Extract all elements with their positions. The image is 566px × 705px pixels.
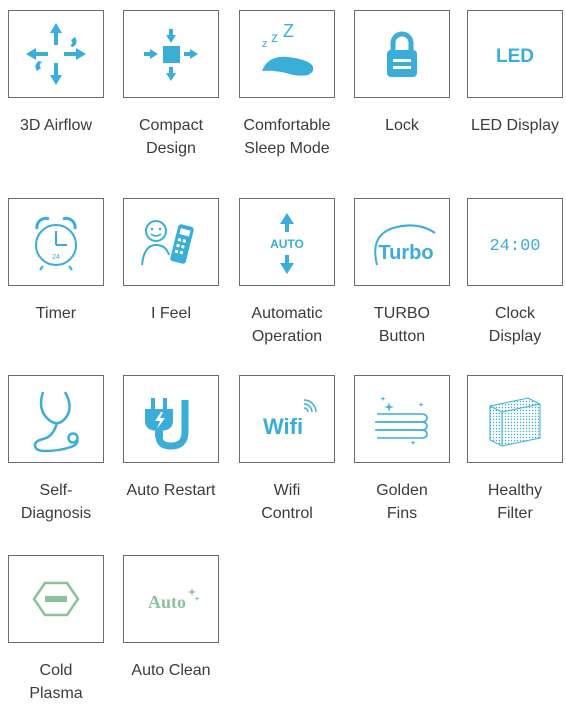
feature-label: Auto Clean bbox=[101, 659, 241, 682]
icon-frame bbox=[123, 198, 219, 286]
icon-frame: 24 bbox=[8, 198, 104, 286]
label-line: Diagnosis bbox=[20, 505, 92, 522]
i-feel-remote-icon bbox=[141, 220, 194, 266]
led-display-icon: LED bbox=[496, 46, 534, 67]
icon-frame bbox=[354, 10, 450, 98]
clock-display-icon: 24:00 bbox=[489, 237, 540, 256]
svg-text:LED: LED bbox=[496, 46, 534, 67]
icon-frame bbox=[8, 375, 104, 463]
icon-frame: 24:00 bbox=[467, 198, 563, 286]
sleep-mode-icon: z z Z bbox=[262, 21, 314, 76]
turbo-icon: Turbo bbox=[374, 224, 436, 266]
icon-frame: Wifi bbox=[239, 375, 335, 463]
lock-icon bbox=[387, 31, 417, 77]
label-line: Filter bbox=[497, 505, 533, 522]
auto-operation-icon: AUTO bbox=[270, 213, 304, 274]
svg-text:Auto: Auto bbox=[148, 592, 186, 612]
label-line: Clock bbox=[494, 305, 535, 322]
hexagon-plasma-icon bbox=[32, 581, 80, 617]
plug-restart-icon bbox=[145, 398, 189, 450]
alarm-clock-icon: 24 bbox=[35, 216, 77, 271]
label-line: Display bbox=[488, 328, 542, 345]
svg-text:AUTO: AUTO bbox=[270, 237, 304, 251]
label-line: Plasma bbox=[29, 685, 83, 702]
feature-label: LED Display bbox=[445, 114, 566, 137]
icon-frame: Turbo bbox=[354, 198, 450, 286]
icon-frame: AUTO bbox=[239, 198, 335, 286]
icon-frame: z z Z bbox=[239, 10, 335, 98]
label-line: Sleep Mode bbox=[244, 140, 330, 157]
svg-text:24: 24 bbox=[52, 254, 60, 261]
golden-fins-icon bbox=[375, 396, 428, 446]
icon-frame bbox=[123, 375, 219, 463]
label-line: Healthy bbox=[487, 482, 543, 499]
icon-frame bbox=[8, 555, 104, 643]
label-line: Auto Clean bbox=[131, 662, 211, 679]
icon-frame: LED bbox=[467, 10, 563, 98]
svg-text:24:00: 24:00 bbox=[489, 237, 540, 256]
svg-text:Wifi: Wifi bbox=[263, 414, 303, 439]
stethoscope-icon bbox=[33, 391, 79, 453]
icon-frame bbox=[467, 375, 563, 463]
icon-frame: Auto bbox=[123, 555, 219, 643]
auto-clean-icon: Auto bbox=[148, 588, 200, 612]
svg-text:Z: Z bbox=[283, 21, 294, 41]
icon-frame bbox=[354, 375, 450, 463]
icon-frame bbox=[123, 10, 219, 98]
svg-text:Turbo: Turbo bbox=[378, 242, 433, 264]
svg-text:z: z bbox=[271, 29, 278, 45]
feature-label: Clock Display bbox=[445, 302, 566, 348]
airflow-3d-icon bbox=[26, 23, 86, 85]
filter-mesh-icon bbox=[489, 397, 541, 447]
icon-frame bbox=[8, 10, 104, 98]
compact-design-icon bbox=[144, 29, 198, 81]
svg-text:z: z bbox=[262, 38, 268, 50]
feature-label: Healthy Filter bbox=[445, 479, 566, 525]
wifi-icon: Wifi bbox=[263, 399, 317, 439]
label-line: LED Display bbox=[470, 117, 560, 134]
